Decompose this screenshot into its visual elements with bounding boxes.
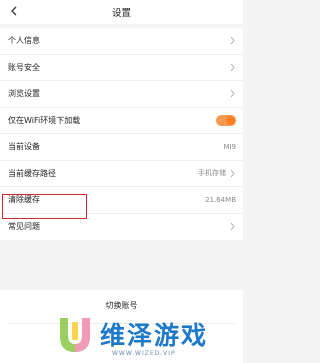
settings-row-account-security[interactable]: 账号安全: [0, 55, 243, 81]
settings-row-cache-path[interactable]: 当前缓存路径 手机存储: [0, 161, 243, 187]
watermark-logo-icon: [60, 318, 90, 352]
chevron-right-icon: [230, 89, 235, 98]
row-label: 当前设备: [8, 142, 40, 152]
watermark-text: 维泽游戏: [100, 321, 209, 350]
settings-row-wifi-only: 仅在WiFi环境下加载: [0, 108, 243, 134]
toggle-knob: [226, 115, 235, 125]
chevron-right-icon: [230, 36, 235, 45]
page-title: 设置: [111, 8, 131, 19]
chevron-right-icon: [230, 169, 235, 178]
row-label: 常见问题: [8, 222, 40, 232]
row-label: 账号安全: [8, 62, 40, 72]
row-value: 21.64MB: [205, 195, 236, 204]
row-label: 浏览设置: [8, 89, 40, 99]
row-label: 当前缓存路径: [8, 168, 56, 178]
wifi-only-toggle[interactable]: [216, 114, 236, 126]
top-bar: 设置: [0, 0, 243, 24]
row-value: 手机存储: [198, 169, 226, 178]
settings-row-current-device: 当前设备 MI9: [0, 134, 243, 161]
chevron-right-icon: [230, 222, 235, 231]
site-watermark: 维泽游戏 WWW.WIZED.VIP: [56, 312, 243, 363]
cache-path-highlight: [2, 194, 87, 219]
row-label: 个人信息: [8, 36, 40, 46]
row-value: MI9: [223, 142, 236, 151]
watermark-url: WWW.WIZED.VIP: [112, 350, 176, 357]
settings-row-browse-settings[interactable]: 浏览设置: [0, 81, 243, 108]
switch-account-button[interactable]: 切换账号: [0, 300, 243, 311]
row-label: 仅在WiFi环境下加载: [8, 115, 81, 125]
settings-row-profile[interactable]: 个人信息: [0, 28, 243, 55]
chevron-right-icon: [230, 63, 235, 72]
